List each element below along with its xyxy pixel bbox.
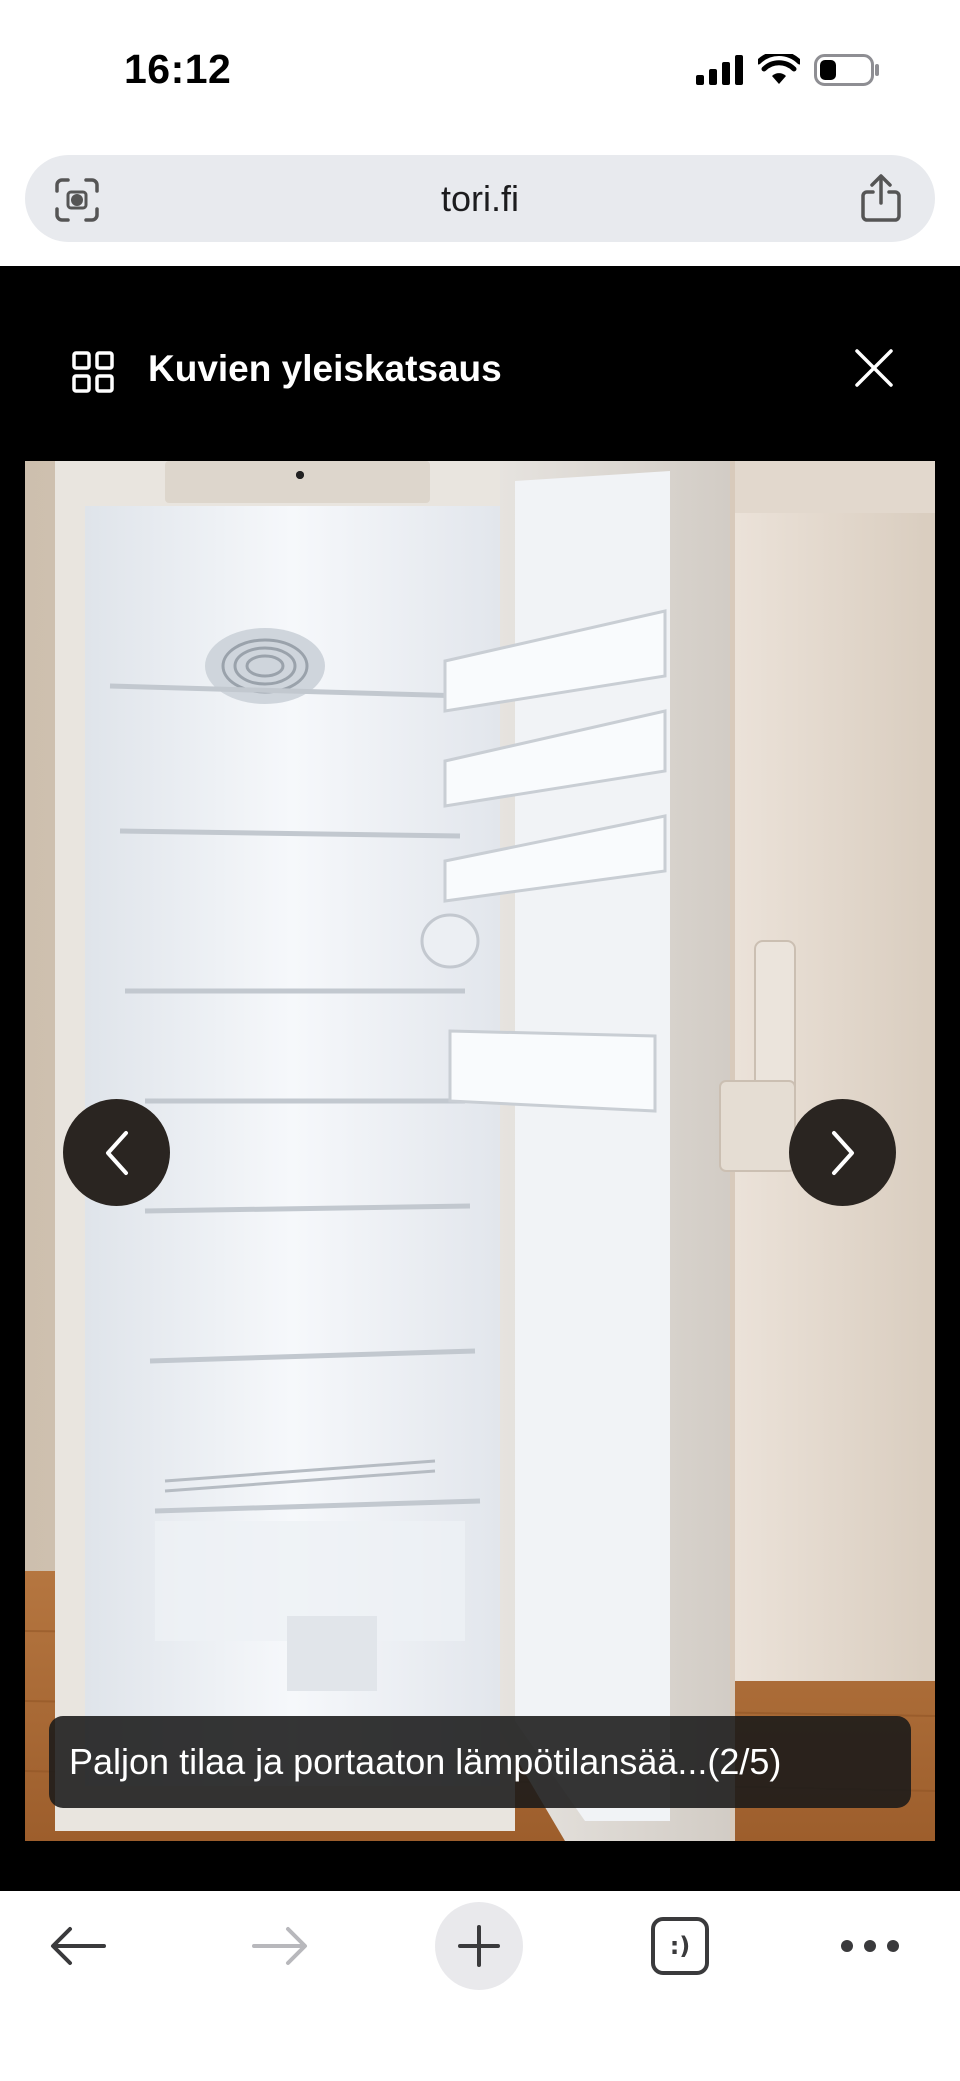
viewer-header: Kuvien yleiskatsaus [0,266,960,461]
back-button[interactable] [38,1891,118,2001]
browser-address-area: tori.fi [0,140,960,266]
previous-image-button[interactable] [63,1099,170,1206]
forward-arrow-icon [252,1927,307,1965]
new-tab-button[interactable] [435,1902,523,1990]
back-arrow-icon [51,1927,106,1965]
status-icons [696,52,880,88]
image-viewer: Kuvien yleiskatsaus Paljon tilaa ja port… [0,266,960,1891]
share-icon[interactable] [859,173,903,223]
viewer-title[interactable]: Kuvien yleiskatsaus [148,348,502,390]
next-image-button[interactable] [789,1099,896,1206]
address-bar[interactable]: tori.fi [25,155,935,242]
chevron-left-icon [105,1130,128,1175]
status-bar: 16:12 [0,0,960,140]
grid-icon[interactable] [72,351,114,393]
more-button[interactable] [830,1891,910,2001]
close-icon[interactable] [852,346,896,390]
more-icon [841,1940,899,1952]
tabs-icon: :) [651,1917,709,1975]
image-caption: Paljon tilaa ja portaaton lämpötilansää.… [49,1716,911,1808]
cellular-signal-icon [696,55,743,85]
wifi-icon [758,54,800,84]
status-time: 16:12 [124,46,232,92]
browser-toolbar: :) [0,1891,960,2081]
battery-icon [814,54,879,86]
chevron-right-icon [831,1130,854,1175]
forward-button[interactable] [240,1891,320,2001]
url-text[interactable]: tori.fi [25,155,935,242]
plus-icon [458,1925,500,1967]
tabs-label: :) [669,1932,691,1960]
tabs-button[interactable]: :) [640,1891,720,2001]
